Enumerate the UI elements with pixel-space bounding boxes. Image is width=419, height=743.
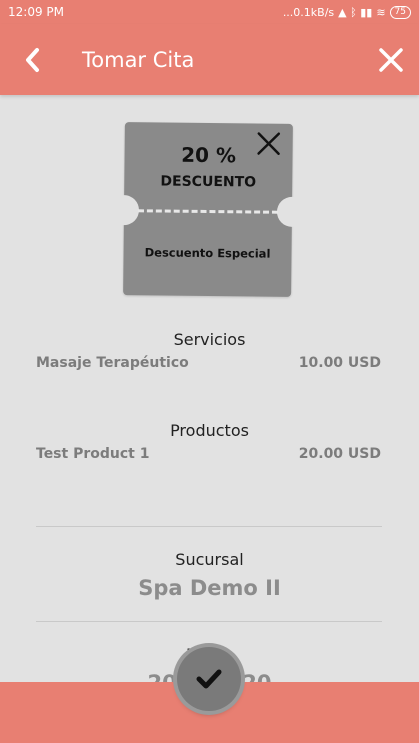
wifi-icon: ≋ <box>376 5 386 19</box>
branch-heading: Sucursal <box>175 550 244 569</box>
divider <box>36 621 382 622</box>
product-row: Test Product 1 20.00 USD <box>36 446 381 462</box>
close-icon <box>379 47 403 72</box>
coupon-notch-left <box>108 194 140 226</box>
signal-icon: ▲ ᛒ ▮▮ <box>338 5 373 19</box>
coupon-label: DESCUENTO <box>160 173 257 191</box>
status-icons: ...0.1kB/s ▲ ᛒ ▮▮ ≋ 75 <box>282 5 411 19</box>
product-name: Test Product 1 <box>36 446 150 462</box>
divider <box>36 526 382 527</box>
remove-coupon-icon[interactable] <box>255 129 283 157</box>
close-button[interactable] <box>363 24 419 95</box>
back-button[interactable] <box>0 24 64 95</box>
confirm-button[interactable] <box>177 647 241 711</box>
chevron-left-icon <box>26 47 39 72</box>
service-price: 10.00 USD <box>298 355 381 371</box>
service-row: Masaje Terapéutico 10.00 USD <box>36 355 381 371</box>
status-bar: 12:09 PM ...0.1kB/s ▲ ᛒ ▮▮ ≋ 75 <box>0 0 419 24</box>
battery-icon: 75 <box>389 5 411 19</box>
products-heading: Productos <box>170 421 249 440</box>
services-heading: Servicios <box>173 330 246 349</box>
status-time: 12:09 PM <box>8 5 64 19</box>
discount-coupon: 20 % DESCUENTO Descuento Especial <box>108 122 308 297</box>
coupon-perforation <box>137 209 278 214</box>
coupon-description: Descuento Especial <box>144 245 271 261</box>
page-title: Tomar Cita <box>82 47 195 72</box>
product-price: 20.00 USD <box>298 446 381 462</box>
check-icon <box>196 669 222 689</box>
branch-value: Spa Demo II <box>138 576 281 600</box>
network-speed: ...0.1kB/s <box>282 5 335 19</box>
service-name: Masaje Terapéutico <box>36 355 189 371</box>
coupon-notch-right <box>276 196 308 228</box>
app-bar: Tomar Cita <box>0 24 419 95</box>
